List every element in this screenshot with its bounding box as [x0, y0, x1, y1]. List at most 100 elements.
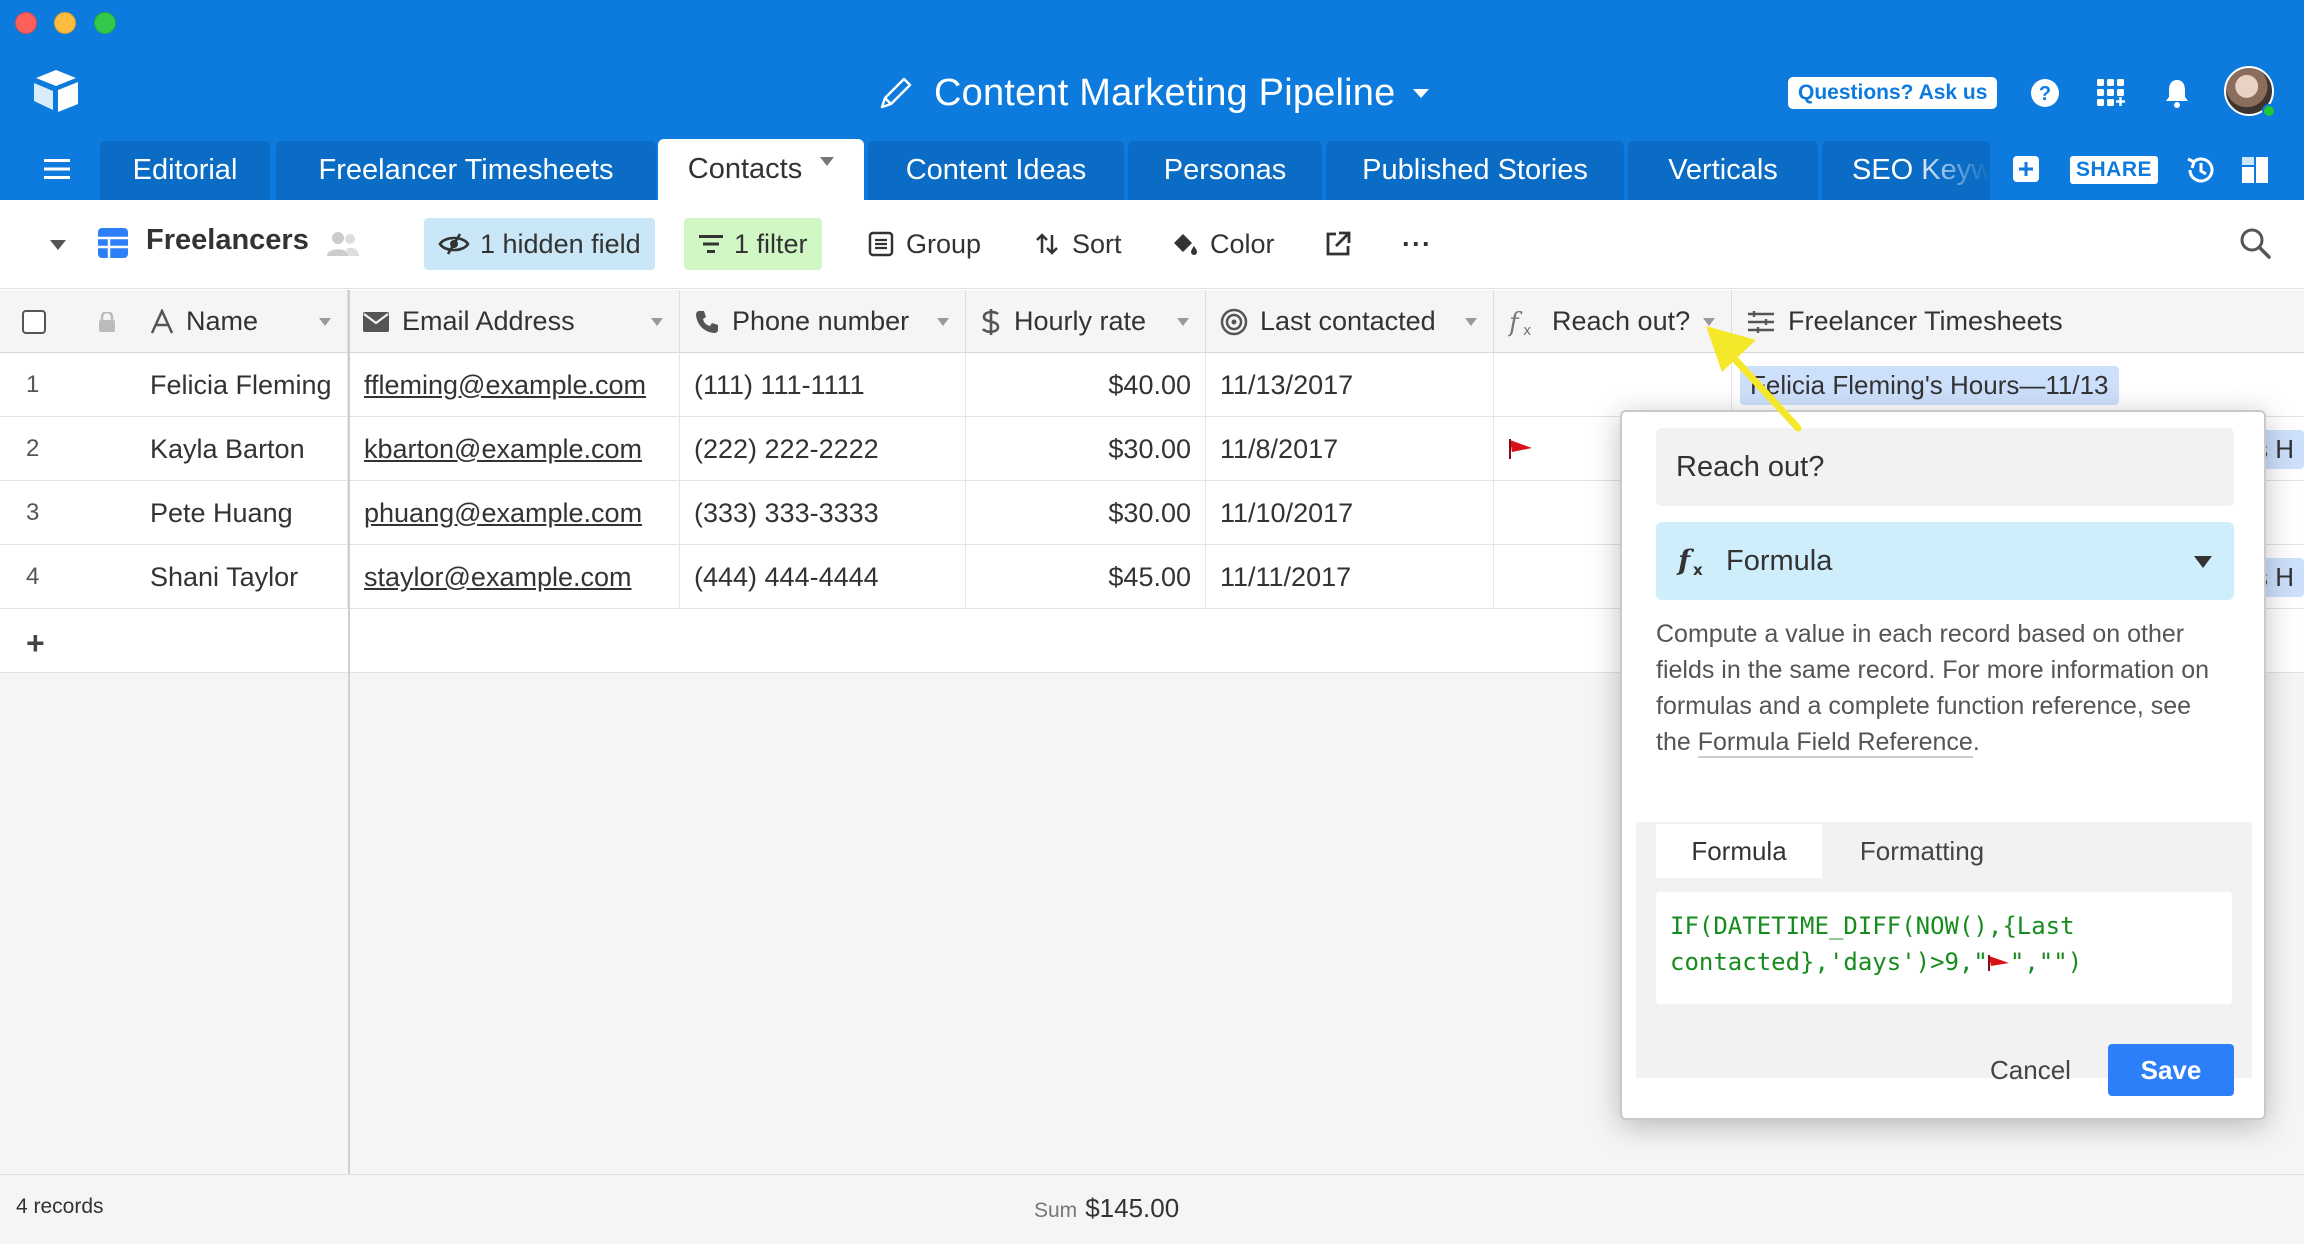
history-icon[interactable]	[2184, 153, 2218, 187]
share-button[interactable]: SHARE	[2070, 156, 2159, 184]
filter-label: 1 filter	[734, 228, 808, 259]
tab-formula[interactable]: Formula	[1656, 824, 1822, 878]
airtable-logo-icon[interactable]	[32, 68, 80, 114]
shared-view-icon	[327, 232, 359, 256]
cell-phone[interactable]: (222) 222-2222	[680, 417, 966, 481]
tab-freelancer-timesheets[interactable]: Freelancer Timesheets	[276, 141, 656, 200]
cell-hourly-rate[interactable]: $30.00	[966, 417, 1206, 481]
chevron-down-icon	[2194, 556, 2212, 568]
minimize-window-button[interactable]	[54, 12, 76, 34]
cell-name[interactable]: Shani Taylor	[136, 545, 348, 609]
blocks-icon[interactable]	[2240, 155, 2270, 185]
tab-formatting[interactable]: Formatting	[1822, 824, 2022, 878]
field-type-label: Formula	[1726, 544, 1833, 577]
annotation-arrow-icon	[1706, 326, 1802, 432]
zoom-window-button[interactable]	[94, 12, 116, 34]
chevron-down-icon[interactable]	[651, 318, 663, 326]
cell-phone[interactable]: (111) 111-1111	[680, 353, 966, 417]
tab-published-stories[interactable]: Published Stories	[1326, 141, 1624, 200]
sum-value: $145.00	[1085, 1193, 1180, 1223]
field-type-select[interactable]: fx Formula	[1656, 522, 2234, 600]
text-field-icon	[150, 308, 174, 334]
tab-personas[interactable]: Personas	[1128, 141, 1322, 200]
questions-button[interactable]: Questions? Ask us	[1788, 77, 1998, 109]
cell-last-contacted[interactable]: 11/11/2017	[1206, 545, 1494, 609]
phone-icon	[696, 310, 718, 333]
formula-reference-link[interactable]: Formula Field Reference	[1697, 728, 1973, 758]
search-icon[interactable]	[2238, 226, 2272, 260]
view-list-toggle[interactable]	[50, 240, 66, 250]
color-button[interactable]: Color	[1170, 218, 1275, 270]
column-label: Phone number	[732, 306, 910, 336]
cell-last-contacted[interactable]: 11/8/2017	[1206, 417, 1494, 481]
table-tabs: Editorial Freelancer Timesheets Contacts…	[0, 139, 2304, 200]
select-all-checkbox[interactable]	[22, 310, 46, 334]
add-table-icon[interactable]	[2012, 155, 2040, 183]
sum-label: Sum	[1034, 1199, 1078, 1222]
tab-verticals[interactable]: Verticals	[1628, 141, 1818, 200]
chevron-down-icon	[1413, 88, 1430, 98]
plus-icon[interactable]: +	[26, 625, 45, 662]
tab-label: Content Ideas	[905, 154, 1087, 186]
cell-last-contacted[interactable]: 11/10/2017	[1206, 481, 1494, 545]
frozen-column-divider	[348, 290, 350, 1244]
cell-name[interactable]: Kayla Barton	[136, 417, 348, 481]
hamburger-menu-icon[interactable]	[42, 157, 72, 181]
cell-timesheets[interactable]: Felicia Fleming's Hours—11/13	[1732, 353, 2304, 417]
more-options-button[interactable]: ···	[1402, 218, 1432, 270]
chevron-down-icon[interactable]	[1465, 318, 1477, 326]
cell-hourly-rate[interactable]: $40.00	[966, 353, 1206, 417]
save-button[interactable]: Save	[2108, 1044, 2234, 1096]
tab-seo-keywords[interactable]: SEO Keywords	[1822, 141, 1990, 200]
cell-email[interactable]: ffleming@example.com	[350, 353, 680, 417]
chevron-down-icon[interactable]	[937, 318, 949, 326]
cell-hourly-rate[interactable]: $45.00	[966, 545, 1206, 609]
tab-content-ideas[interactable]: Content Ideas	[868, 141, 1124, 200]
column-header-hourly-rate[interactable]: Hourly rate	[966, 290, 1206, 353]
group-button[interactable]: Group	[868, 218, 981, 270]
app-header: Content Marketing Pipeline Questions? As…	[0, 0, 2304, 200]
chevron-down-icon[interactable]	[820, 157, 835, 166]
cell-phone[interactable]: (333) 333-3333	[680, 481, 966, 545]
cell-email[interactable]: staylor@example.com	[350, 545, 680, 609]
email-link[interactable]: staylor@example.com	[364, 562, 632, 593]
chevron-down-icon[interactable]	[319, 318, 331, 326]
filter-button[interactable]: 1 filter	[684, 218, 822, 270]
bell-icon[interactable]	[2158, 74, 2196, 112]
column-header-phone[interactable]: Phone number	[680, 290, 966, 353]
column-header-email[interactable]: Email Address	[348, 290, 680, 353]
tab-contacts[interactable]: Contacts	[658, 139, 864, 200]
view-name[interactable]: Freelancers	[146, 224, 309, 257]
cell-hourly-rate[interactable]: $30.00	[966, 481, 1206, 545]
email-link[interactable]: ffleming@example.com	[364, 370, 646, 401]
cell-last-contacted[interactable]: 11/13/2017	[1206, 353, 1494, 417]
column-label: Hourly rate	[1014, 306, 1147, 336]
cell-name[interactable]: Felicia Fleming	[136, 353, 348, 417]
email-link[interactable]: kbarton@example.com	[364, 434, 642, 465]
column-header-name[interactable]: Name	[136, 290, 348, 353]
cell-email[interactable]: kbarton@example.com	[350, 417, 680, 481]
sort-icon	[1036, 233, 1058, 255]
cancel-button[interactable]: Cancel	[1990, 1044, 2071, 1096]
help-icon[interactable]: ?	[2026, 74, 2064, 112]
cell-name[interactable]: Pete Huang	[136, 481, 348, 545]
cell-email[interactable]: phuang@example.com	[350, 481, 680, 545]
rate-summary[interactable]: Sum $145.00	[1034, 1193, 1179, 1224]
column-header-last-contacted[interactable]: Last contacted	[1206, 290, 1494, 353]
cell-phone[interactable]: (444) 444-4444	[680, 545, 966, 609]
grid-view-icon	[98, 228, 128, 258]
close-window-button[interactable]	[15, 12, 37, 34]
svg-text:?: ?	[2039, 83, 2051, 105]
sort-button[interactable]: Sort	[1034, 218, 1122, 270]
base-title[interactable]: Content Marketing Pipeline	[876, 66, 1430, 120]
hidden-fields-button[interactable]: 1 hidden field	[424, 218, 655, 270]
table-row[interactable]: 1 Felicia Fleming ffleming@example.com (…	[0, 353, 2304, 417]
email-link[interactable]: phuang@example.com	[364, 498, 642, 529]
column-header-freelancer-timesheets[interactable]: Freelancer Timesheets	[1732, 290, 2304, 353]
chevron-down-icon[interactable]	[1177, 318, 1189, 326]
apps-grid-icon[interactable]	[2092, 74, 2130, 112]
share-view-icon[interactable]	[1324, 230, 1352, 258]
tab-editorial[interactable]: Editorial	[100, 141, 270, 200]
formula-editor[interactable]: IF(DATETIME_DIFF(NOW(),{Last contacted},…	[1656, 892, 2232, 1004]
lock-icon	[99, 312, 115, 332]
